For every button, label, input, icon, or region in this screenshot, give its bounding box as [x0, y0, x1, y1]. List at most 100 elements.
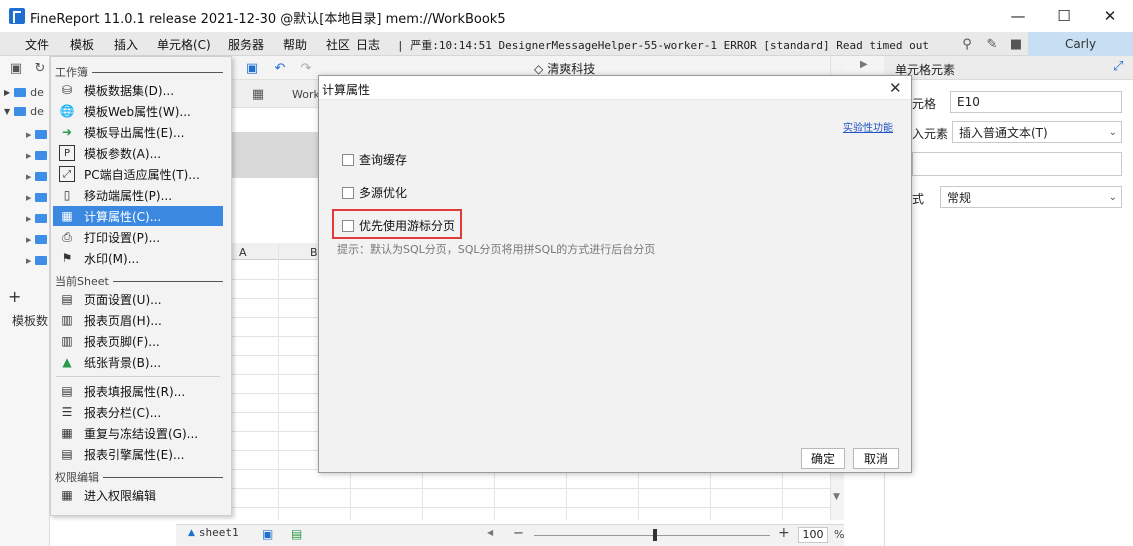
sheet-tab[interactable]: ▲ sheet1: [188, 526, 239, 539]
cursor-paging-checkbox[interactable]: [342, 219, 354, 232]
close-window-button[interactable]: ✕: [1087, 0, 1133, 32]
add-poly-sheet-icon[interactable]: ▤: [291, 527, 302, 541]
query-cache-checkbox[interactable]: [342, 153, 354, 166]
menu-insert[interactable]: 插入: [114, 36, 138, 53]
menu-divider: [56, 376, 220, 377]
menu-item-permission-edit[interactable]: ▦ 进入权限编辑: [53, 485, 223, 505]
menu-log[interactable]: 日志: [356, 36, 380, 53]
menu-template[interactable]: 模板: [70, 36, 94, 53]
insert-element-select[interactable]: 插入普通文本(T) ⌄: [952, 121, 1122, 143]
cell-label: 元格: [912, 97, 937, 111]
cancel-button[interactable]: 取消: [853, 448, 899, 469]
shirt-icon: ◇: [534, 61, 544, 76]
menu-item-pc-adaptive[interactable]: ⤢ PC端自适应属性(T)...: [53, 164, 223, 184]
collapse-right-icon[interactable]: ▶: [860, 59, 868, 70]
engine-icon: ▤: [61, 447, 73, 461]
menu-item-template-datasets[interactable]: ⛁ 模板数据集(D)...: [53, 80, 223, 100]
menu-item-report-header[interactable]: ▥ 报表页眉(H)...: [53, 310, 223, 330]
printer-icon: ⎙: [62, 229, 72, 244]
calculator-icon: ▦: [61, 209, 73, 223]
column-header-b[interactable]: B: [310, 246, 318, 259]
new-folder-icon[interactable]: ▣: [8, 60, 24, 76]
zoom-slider[interactable]: [534, 535, 770, 536]
globe-icon: 🌐: [59, 104, 75, 118]
zoom-slider-thumb[interactable]: [653, 529, 657, 541]
add-sheet-icon[interactable]: ▣: [262, 527, 273, 541]
style-select[interactable]: 常规 ⌄: [940, 186, 1122, 208]
menu-item-paper-background[interactable]: ▲ 纸张背景(B)...: [53, 352, 223, 372]
user-account[interactable]: Carly: [1028, 32, 1133, 56]
tree-item[interactable]: ▼ de: [4, 101, 50, 121]
dialog-close-icon[interactable]: ✕: [889, 79, 902, 97]
ok-button[interactable]: 确定: [801, 448, 845, 469]
maximize-button[interactable]: ☐: [1041, 0, 1087, 32]
menu-file[interactable]: 文件: [25, 36, 49, 53]
undo-icon[interactable]: ↶: [272, 60, 288, 76]
menu-item-calculation-attributes[interactable]: ▦ 计算属性(C)...: [53, 206, 223, 226]
zoom-unit: %: [834, 528, 845, 541]
bell-icon[interactable]: ■: [1008, 36, 1024, 52]
zoom-input[interactable]: 100: [798, 527, 828, 543]
pin-icon[interactable]: ⤢: [1113, 59, 1123, 74]
zoom-out-button[interactable]: −: [513, 526, 524, 541]
menu-help[interactable]: 帮助: [283, 36, 307, 53]
menu-item-repeat-freeze[interactable]: ▦ 重复与冻结设置(G)...: [53, 423, 223, 443]
window-title: FineReport 11.0.1 release 2021-12-30 @默认…: [30, 12, 506, 27]
redo-icon[interactable]: ↷: [298, 60, 314, 76]
menu-item-page-setup[interactable]: ▤ 页面设置(U)...: [53, 289, 223, 309]
workbook-tab[interactable]: Work: [292, 88, 320, 101]
cell-content-input[interactable]: [912, 152, 1122, 176]
menu-item-mobile-attributes[interactable]: ▯ 移动端属性(P)...: [53, 185, 223, 205]
menu-item-report-columns[interactable]: ☰ 报表分栏(C)...: [53, 402, 223, 422]
search-icon[interactable]: ⚲: [959, 36, 975, 52]
dialog-body: [319, 100, 911, 443]
save-icon[interactable]: ▣: [244, 60, 260, 76]
dialog-titlebar: [319, 76, 911, 100]
section-workbook: 工作簿: [55, 64, 223, 80]
status-message: | 严重:10:14:51 DesignerMessageHelper-55-w…: [397, 39, 929, 52]
mobile-icon: ▯: [63, 188, 71, 202]
style-label: 式: [912, 192, 925, 206]
menu-item-engine-attributes[interactable]: ▤ 报表引擎属性(E)...: [53, 444, 223, 464]
scroll-left-icon[interactable]: ◀: [487, 528, 493, 537]
footer-icon: ▥: [61, 334, 73, 348]
folder-icon: [14, 87, 27, 97]
tree-item[interactable]: ▶ de: [4, 82, 50, 102]
sheet-icon: ▲: [188, 527, 195, 538]
zoom-in-button[interactable]: +: [778, 525, 790, 541]
header-icon: ▥: [61, 313, 73, 327]
refresh-icon[interactable]: ↻: [32, 60, 48, 76]
insert-element-label: 入元素: [912, 127, 949, 141]
option-query-cache[interactable]: 查询缓存: [342, 151, 407, 168]
menu-server[interactable]: 服务器: [228, 36, 264, 53]
menu-item-template-web-attributes[interactable]: 🌐 模板Web属性(W)...: [53, 101, 223, 121]
app-logo-icon: [9, 8, 25, 24]
multisource-checkbox[interactable]: [342, 186, 354, 199]
menu-community[interactable]: 社区: [326, 36, 350, 53]
cell-input[interactable]: E10: [950, 91, 1122, 113]
chevron-down-icon: ⌄: [1108, 126, 1117, 138]
notes-icon[interactable]: ✎: [984, 36, 1000, 52]
scroll-down-icon[interactable]: ▼: [833, 492, 840, 502]
menu-item-template-parameters[interactable]: P 模板参数(A)...: [53, 143, 223, 163]
menu-cell[interactable]: 单元格(C): [157, 36, 211, 53]
chevron-down-icon: ⌄: [1108, 191, 1117, 203]
image-icon: ▲: [62, 355, 72, 369]
page-setup-icon: ▤: [61, 292, 73, 306]
add-dataset-icon[interactable]: +: [8, 287, 21, 306]
column-header-a[interactable]: A: [239, 246, 247, 259]
option-cursor-paging[interactable]: 优先使用游标分页: [342, 217, 455, 234]
menu-item-print-settings[interactable]: ⎙ 打印设置(P)...: [53, 227, 223, 247]
paging-hint: 提示：默认为SQL分页，SQL分页将用拼SQL的方式进行后台分页: [337, 243, 656, 256]
option-multisource-optimization[interactable]: 多源优化: [342, 184, 407, 201]
resize-icon: ⤢: [59, 166, 75, 182]
minimize-button[interactable]: —: [995, 0, 1041, 32]
columns-icon: ☰: [61, 405, 73, 419]
menu-item-watermark[interactable]: ⚑ 水印(M)...: [53, 248, 223, 268]
form-icon: ▤: [61, 384, 73, 398]
menu-item-fill-attributes[interactable]: ▤ 报表填报属性(R)...: [53, 381, 223, 401]
section-permission: 权限编辑: [55, 469, 223, 485]
experimental-features-link[interactable]: 实验性功能: [843, 119, 893, 134]
menu-item-template-export-attributes[interactable]: ➜ 模板导出属性(E)...: [53, 122, 223, 142]
menu-item-report-footer[interactable]: ▥ 报表页脚(F)...: [53, 331, 223, 351]
